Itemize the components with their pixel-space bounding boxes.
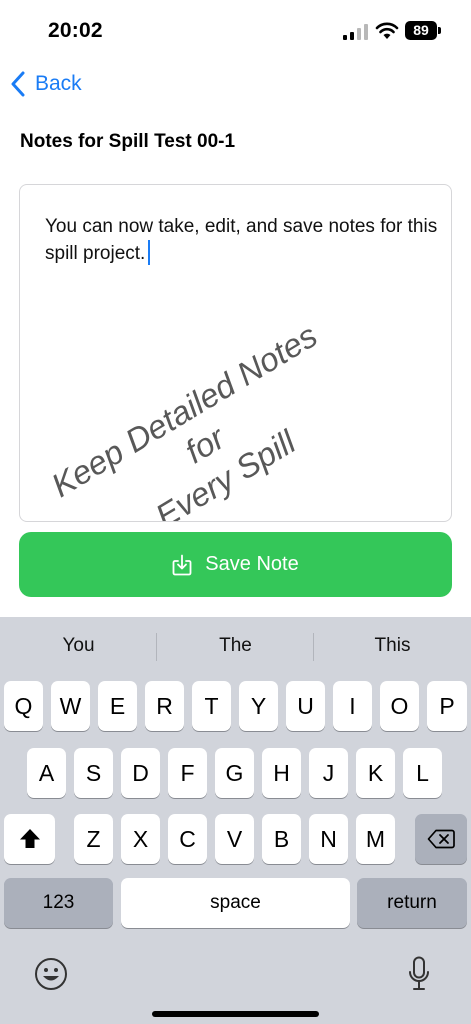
key-r[interactable]: R [145,681,184,731]
key-g[interactable]: G [215,748,254,798]
suggestion-1[interactable]: You [0,635,157,657]
status-time: 20:02 [48,19,103,42]
save-download-icon [172,554,192,575]
back-button[interactable]: Back [10,68,82,100]
key-s[interactable]: S [74,748,113,798]
save-note-button[interactable]: Save Note [19,532,452,597]
key-h[interactable]: H [262,748,301,798]
key-b[interactable]: B [262,814,301,864]
key-x[interactable]: X [121,814,160,864]
key-f[interactable]: F [168,748,207,798]
note-content: You can now take, edit, and save notes f… [45,216,438,264]
key-o[interactable]: O [380,681,419,731]
key-d[interactable]: D [121,748,160,798]
key-q[interactable]: Q [4,681,43,731]
battery-level: 89 [405,21,437,40]
emoji-icon[interactable] [34,957,68,991]
suggestion-2[interactable]: The [157,635,314,657]
battery-icon: 89 [405,21,442,40]
key-m[interactable]: M [356,814,395,864]
delete-key[interactable] [415,814,467,864]
status-bar: 20:02 89 [0,0,471,60]
shift-icon [19,829,40,848]
microphone-icon[interactable] [408,956,430,992]
wifi-icon [375,22,399,39]
key-c[interactable]: C [168,814,207,864]
suggestion-3[interactable]: This [314,635,471,657]
delete-icon [427,829,455,849]
chevron-left-icon [11,71,25,97]
key-z[interactable]: Z [74,814,113,864]
watermark-text: Keep Detailed Notes for Every Spill [33,309,378,521]
return-key[interactable]: return [357,878,467,928]
shift-key[interactable] [4,814,55,864]
key-a[interactable]: A [27,748,66,798]
key-k[interactable]: K [356,748,395,798]
keyboard: You The This Q W E R T Y U I O P A S D F… [0,617,471,1024]
numbers-key[interactable]: 123 [4,878,113,928]
text-cursor [148,240,151,265]
key-w[interactable]: W [51,681,90,731]
key-j[interactable]: J [309,748,348,798]
page-title: Notes for Spill Test 00-1 [20,131,236,152]
back-label: Back [35,72,82,95]
space-key[interactable]: space [121,878,350,928]
key-e[interactable]: E [98,681,137,731]
key-n[interactable]: N [309,814,348,864]
note-text: You can now take, edit, and save notes f… [45,213,440,267]
signal-icon [343,24,368,40]
key-v[interactable]: V [215,814,254,864]
key-l[interactable]: L [403,748,442,798]
key-u[interactable]: U [286,681,325,731]
note-text-area[interactable]: You can now take, edit, and save notes f… [19,184,452,522]
key-p[interactable]: P [427,681,467,731]
key-t[interactable]: T [192,681,231,731]
key-i[interactable]: I [333,681,372,731]
suggestion-bar: You The This [0,617,471,677]
key-y[interactable]: Y [239,681,278,731]
save-note-label: Save Note [205,553,299,575]
home-indicator [152,1011,319,1017]
